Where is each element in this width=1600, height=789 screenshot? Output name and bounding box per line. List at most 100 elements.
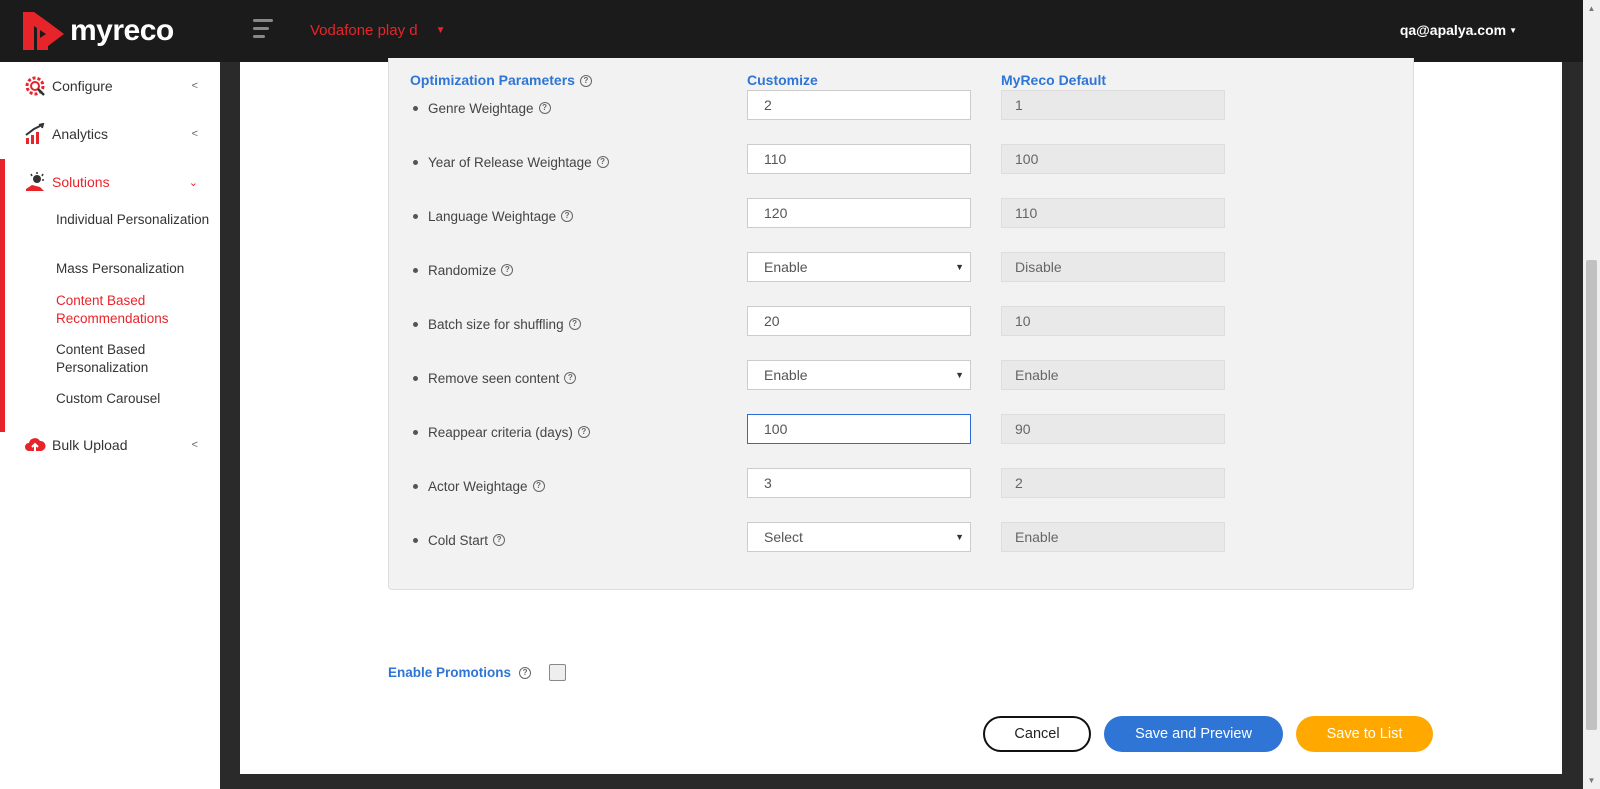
help-icon[interactable]: ? xyxy=(579,75,592,88)
caret-down-icon: ▼ xyxy=(955,262,964,272)
customize-input[interactable]: 110 xyxy=(747,144,971,174)
bullet xyxy=(413,429,418,435)
customize-select[interactable]: Enable ▼ xyxy=(747,360,971,390)
caret-down-icon: ▼ xyxy=(955,532,964,542)
top-bar: myreco Vodafone play d ▼ qa@apalya.com ▼ xyxy=(0,0,1585,62)
caret-down-icon: ▼ xyxy=(1509,25,1517,35)
save-and-preview-button[interactable]: Save and Preview xyxy=(1104,716,1283,752)
sidebar-item-label: Configure xyxy=(52,78,113,94)
bullet xyxy=(413,267,418,273)
param-label: Batch size for shuffling xyxy=(428,316,564,332)
lightbulb-icon xyxy=(26,172,44,191)
caret-down-icon: ▼ xyxy=(435,25,446,36)
help-icon[interactable]: ? xyxy=(564,372,577,384)
sidebar-item-label: Analytics xyxy=(52,126,109,142)
cloud-upload-icon xyxy=(25,438,46,452)
field-value: 20 xyxy=(764,313,780,329)
chart-icon xyxy=(25,123,45,144)
default-value-field: Disable xyxy=(1001,252,1225,282)
chevron-left-icon: < xyxy=(191,80,198,92)
param-row: Remove seen content? xyxy=(413,363,577,393)
bullet xyxy=(413,375,418,381)
sidebar-subitem-individual-personalization[interactable]: Individual Personalization xyxy=(56,211,216,229)
param-row: Batch size for shuffling? xyxy=(413,309,581,339)
default-value-field: 90 xyxy=(1001,414,1225,444)
scrollbar[interactable]: ▲ ▼ xyxy=(1583,0,1600,789)
column-header-label: Optimization Parameters xyxy=(410,72,575,88)
customize-input[interactable]: 2 xyxy=(747,90,971,120)
param-label: Cold Start xyxy=(428,532,489,548)
default-value-field: 110 xyxy=(1001,198,1225,228)
customize-select[interactable]: Select ▼ xyxy=(747,522,971,552)
scroll-down-icon[interactable]: ▼ xyxy=(1583,772,1600,789)
cancel-button[interactable]: Cancel xyxy=(983,716,1091,752)
help-icon[interactable]: ? xyxy=(493,534,506,546)
help-icon[interactable]: ? xyxy=(532,480,545,492)
chevron-down-icon: ⌄ xyxy=(188,176,198,189)
user-menu[interactable]: qa@apalya.com ▼ xyxy=(1400,22,1517,38)
save-to-list-button[interactable]: Save to List xyxy=(1296,716,1433,752)
default-value-field: Enable xyxy=(1001,522,1225,552)
help-icon[interactable]: ? xyxy=(568,318,581,330)
field-value: 3 xyxy=(764,475,772,491)
field-value: 110 xyxy=(764,151,787,167)
sidebar-subitem-content-based-recommendations[interactable]: Content Based Recommendations xyxy=(56,292,216,328)
enable-promotions-checkbox[interactable] xyxy=(549,664,567,681)
param-row: Genre Weightage? xyxy=(413,93,551,123)
sidebar-item-solutions[interactable]: Solutions ⌄ xyxy=(0,158,220,206)
column-header-default: MyReco Default xyxy=(1001,72,1107,88)
customize-input[interactable]: 120 xyxy=(747,198,971,228)
sidebar-item-label: Solutions xyxy=(52,174,110,190)
chevron-left-icon: < xyxy=(191,128,198,140)
customize-input[interactable]: 100 xyxy=(747,414,971,444)
param-label: Language Weightage xyxy=(428,208,557,224)
caret-down-icon: ▼ xyxy=(955,370,964,380)
customize-input[interactable]: 3 xyxy=(747,468,971,498)
column-header-customize: Customize xyxy=(747,72,818,88)
param-label: Year of Release Weightage xyxy=(428,154,592,170)
help-icon[interactable]: ? xyxy=(577,426,590,438)
param-label: Randomize xyxy=(428,262,497,278)
user-email: qa@apalya.com xyxy=(1399,22,1507,38)
bullet xyxy=(413,105,418,111)
help-icon[interactable]: ? xyxy=(501,264,514,276)
help-icon[interactable]: ? xyxy=(596,156,609,168)
client-name: Vodafone play d xyxy=(310,22,418,39)
sidebar: Configure < Analytics < Solutions ⌄ Indi… xyxy=(0,62,220,789)
customize-input[interactable]: 20 xyxy=(747,306,971,336)
sidebar-subitem-custom-carousel[interactable]: Custom Carousel xyxy=(56,390,216,408)
logo-text: myreco xyxy=(70,14,174,47)
bullet xyxy=(413,483,418,489)
default-value-field: Enable xyxy=(1001,360,1225,390)
param-label: Actor Weightage xyxy=(428,478,528,494)
menu-toggle-icon[interactable] xyxy=(253,19,275,43)
logo-icon xyxy=(23,12,64,50)
scroll-up-icon[interactable]: ▲ xyxy=(1583,0,1600,17)
sidebar-item-analytics[interactable]: Analytics < xyxy=(0,110,220,158)
param-row: Cold Start? xyxy=(413,525,506,555)
sidebar-subitem-content-based-personalization[interactable]: Content Based Personalization xyxy=(56,341,216,377)
logo[interactable]: myreco xyxy=(20,8,174,54)
field-value: 2 xyxy=(764,97,772,113)
sidebar-subitem-mass-personalization[interactable]: Mass Personalization xyxy=(56,260,216,278)
chevron-left-icon: < xyxy=(191,439,198,451)
param-label: Genre Weightage xyxy=(428,100,534,116)
sidebar-item-bulk-upload[interactable]: Bulk Upload < xyxy=(0,421,220,469)
help-icon[interactable]: ? xyxy=(538,102,551,114)
help-icon[interactable]: ? xyxy=(561,210,574,222)
param-row: Year of Release Weightage? xyxy=(413,147,609,177)
field-value: Select xyxy=(764,529,803,545)
bullet xyxy=(413,213,418,219)
field-value: 100 xyxy=(764,421,788,437)
client-selector[interactable]: Vodafone play d ▼ xyxy=(310,22,446,39)
scroll-thumb[interactable] xyxy=(1586,260,1597,730)
field-value: 120 xyxy=(764,205,788,221)
field-value: Enable xyxy=(764,259,808,275)
sidebar-item-label: Bulk Upload xyxy=(52,437,128,453)
field-value: Enable xyxy=(764,367,808,383)
promotions-toggle: Enable Promotions ? xyxy=(388,664,567,681)
customize-select[interactable]: Enable ▼ xyxy=(747,252,971,282)
help-icon[interactable]: ? xyxy=(519,666,532,679)
sidebar-item-configure[interactable]: Configure < xyxy=(0,62,220,110)
column-header-parameters: Optimization Parameters? xyxy=(410,72,592,88)
